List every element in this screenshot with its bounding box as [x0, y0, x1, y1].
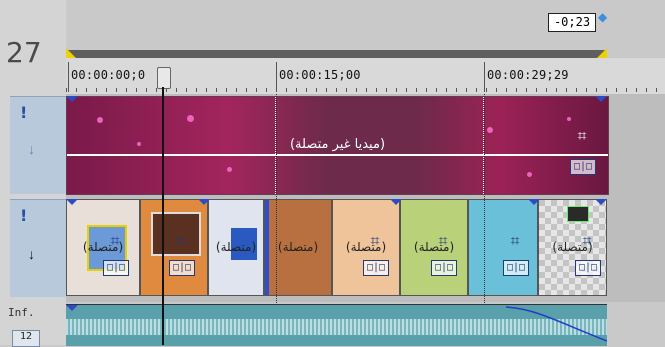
crop-icon[interactable]: ⌗: [433, 232, 453, 250]
clip-label: (متصلة): [277, 240, 319, 254]
crop-icon[interactable]: ⌗: [171, 232, 191, 250]
fade-marker[interactable]: [66, 199, 78, 205]
sparkle: [97, 117, 103, 123]
video-track-2-header[interactable]: ! ↓: [10, 199, 66, 297]
crop-icon[interactable]: ⌗: [577, 232, 597, 250]
pan-crop-icon[interactable]: □|□: [169, 260, 195, 276]
video-track-1-header[interactable]: ! ↓: [10, 96, 66, 194]
clip-label: (متصلة): [82, 240, 124, 254]
pan-crop-icon[interactable]: □|□: [570, 159, 596, 175]
thumbnail-clip[interactable]: (متصلة) ⌗ □|□: [400, 199, 468, 296]
thumbnail-clip[interactable]: (متصلة) ⌗ □|□: [66, 199, 140, 296]
loop-start-handle[interactable]: [66, 48, 76, 58]
fade-marker[interactable]: [595, 96, 607, 102]
pan-crop-icon[interactable]: □|□: [363, 260, 389, 276]
crop-icon[interactable]: ⌗: [505, 232, 525, 250]
crop-icon[interactable]: ⌗: [105, 232, 125, 250]
cursor-time-readout: -0;23: [548, 13, 596, 32]
down-arrow-icon: ↓: [28, 141, 35, 157]
ruler-label: 00:00:00;0: [71, 68, 146, 82]
sparkle: [487, 127, 493, 133]
sparkle: [527, 172, 532, 177]
fade-marker[interactable]: [66, 305, 78, 311]
loop-region-bar[interactable]: [66, 48, 607, 58]
ruler-minor-ticks: [66, 88, 665, 92]
exclamation-icon: !: [20, 103, 28, 122]
crop-icon[interactable]: ⌗: [572, 127, 592, 145]
pan-crop-icon[interactable]: □|□: [503, 260, 529, 276]
fade-marker[interactable]: [198, 199, 210, 205]
ruler-label: 00:00:15;00: [279, 68, 361, 82]
film-icon: [567, 206, 589, 222]
time-ruler[interactable]: 00:00:00;0 00:00:15;00 00:00:29;29: [66, 58, 665, 95]
thumbnail-clip[interactable]: (متصلة): [208, 199, 264, 296]
fade-marker[interactable]: [66, 96, 78, 102]
sparkle: [227, 167, 232, 172]
down-arrow-icon: ↓: [28, 246, 35, 262]
loop-end-handle[interactable]: [597, 48, 607, 58]
offline-media-clip[interactable]: (ميديا غير متصلة) ⌗ □|□: [66, 96, 609, 195]
sparkle: [187, 115, 194, 122]
thumbnail-clip[interactable]: ⌗ □|□: [140, 199, 208, 296]
clip-label: (متصلة): [215, 240, 257, 254]
clip-label: (ميديا غير متصلة): [289, 137, 386, 152]
cursor-marker-icon: ◆: [598, 10, 608, 24]
audio-clip[interactable]: [66, 304, 607, 346]
thumbnail-clip[interactable]: (متصلة) ⌗ □|□: [538, 199, 607, 296]
thumbnail-clip[interactable]: (متصلة) ⌗ □|□: [332, 199, 400, 296]
fade-marker[interactable]: [595, 199, 607, 205]
exclamation-icon: !: [20, 206, 28, 225]
playhead-line: [162, 87, 164, 345]
playhead-handle[interactable]: [157, 67, 171, 89]
pan-crop-icon[interactable]: □|□: [103, 260, 129, 276]
fade-marker[interactable]: [390, 199, 402, 205]
track-number: 27: [6, 36, 42, 69]
pan-crop-icon[interactable]: □|□: [575, 260, 601, 276]
ruler-label: 00:00:29;29: [487, 68, 569, 82]
thumbnail-clip[interactable]: ⌗ □|□: [468, 199, 538, 296]
crop-icon[interactable]: ⌗: [365, 232, 385, 250]
volume-value[interactable]: 12: [12, 330, 40, 347]
fade-marker[interactable]: [528, 199, 540, 205]
volume-inf-label: Inf.: [8, 306, 35, 319]
audio-envelope[interactable]: [506, 305, 607, 346]
sparkle: [567, 117, 571, 121]
thumbnail-clip[interactable]: (متصلة): [264, 199, 332, 296]
opacity-envelope-line[interactable]: [67, 154, 608, 156]
pan-crop-icon[interactable]: □|□: [431, 260, 457, 276]
